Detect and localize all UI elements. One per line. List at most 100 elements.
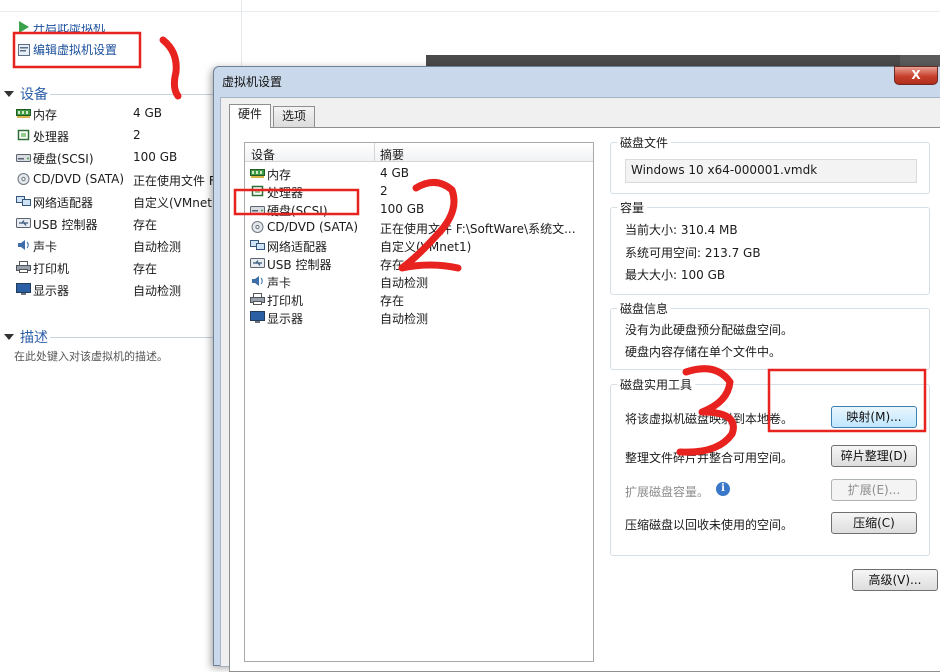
device-row[interactable]: 显示器 自动检测 <box>245 308 593 326</box>
device-row[interactable]: 打印机 存在 <box>245 290 593 308</box>
defrag-description: 整理文件碎片并整合可用空间。 <box>625 451 794 465</box>
compact-button[interactable]: 压缩(C) <box>831 512 917 534</box>
collapse-triangle-icon <box>4 334 14 340</box>
device-name: 打印机 <box>267 294 304 308</box>
tab-options-label: 选项 <box>282 109 307 123</box>
disk-info-title: 磁盘信息 <box>617 300 672 317</box>
device-summary: 4 GB <box>380 166 409 180</box>
display-icon <box>250 311 265 323</box>
bg-device-item[interactable]: 显示器 自动检测 <box>16 280 241 300</box>
memory-icon <box>250 167 265 179</box>
disk-info-line-1: 没有为此硬盘预分配磁盘空间。 <box>625 323 794 337</box>
dialog-body: 硬件 选项 设备 摘要 内存 4 GB 处理器 2 硬盘(SCSI) 100 GB CD/D… <box>220 97 940 672</box>
device-name: CD/DVD (SATA) <box>267 220 359 234</box>
tab-hardware[interactable]: 硬件 <box>229 104 272 128</box>
device-row[interactable]: 硬盘(SCSI) 100 GB <box>245 200 593 218</box>
device-name: 显示器 <box>267 312 304 326</box>
devices-heading: 设备 <box>20 87 48 103</box>
column-separator <box>374 143 375 161</box>
bg-device-name: 打印机 <box>33 262 70 276</box>
bg-device-item[interactable]: 网络适配器 自定义(VMnet1 <box>16 192 241 212</box>
disk-file-field[interactable]: Windows 10 x64-000001.vmdk <box>625 159 917 183</box>
bg-device-item[interactable]: 打印机 存在 <box>16 258 241 278</box>
disk-utilities-title: 磁盘实用工具 <box>617 376 696 393</box>
device-list[interactable]: 设备 摘要 内存 4 GB 处理器 2 硬盘(SCSI) 100 GB CD/DVD (SA… <box>244 142 594 662</box>
device-summary: 存在 <box>380 294 405 308</box>
bg-device-item[interactable]: 处理器 2 <box>16 126 241 146</box>
bg-device-name: 内存 <box>33 108 58 122</box>
device-row[interactable]: 声卡 自动检测 <box>245 272 593 290</box>
network-icon <box>250 239 265 251</box>
cpu-icon <box>16 129 30 141</box>
power-on-link[interactable]: 开启此虚拟机 <box>18 18 105 35</box>
info-icon[interactable]: i <box>716 482 730 496</box>
expand-description: 扩展磁盘容量。 <box>625 485 710 499</box>
column-header-device[interactable]: 设备 <box>251 146 275 163</box>
device-summary: 存在 <box>380 258 405 272</box>
system-free-space: 系统可用空间: 213.7 GB <box>625 246 761 260</box>
device-name: 硬盘(SCSI) <box>267 204 328 218</box>
device-summary: 自定义(VMnet1) <box>380 240 472 254</box>
play-icon <box>18 21 30 33</box>
collapse-triangle-icon <box>4 91 14 97</box>
disk-info-group: 磁盘信息 没有为此硬盘预分配磁盘空间。 硬盘内容存储在单个文件中。 <box>610 300 930 370</box>
power-on-label: 开启此虚拟机 <box>33 20 106 34</box>
device-summary: 100 GB <box>380 202 425 216</box>
device-row[interactable]: 处理器 2 <box>245 182 593 200</box>
vm-settings-dialog: 虚拟机设置 X 硬件 选项 设备 摘要 内存 4 GB 处理器 2 硬盘(SCSI) 10… <box>213 66 940 672</box>
devices-section-header[interactable]: 设备 <box>4 84 48 104</box>
device-row[interactable]: CD/DVD (SATA) 正在使用文件 F:\SoftWare\系统文... <box>245 218 593 236</box>
description-placeholder[interactable]: 在此处键入对该虚拟机的描述。 <box>14 348 168 364</box>
description-section-header[interactable]: 描述 <box>4 327 48 347</box>
device-summary: 正在使用文件 F:\SoftWare\系统文... <box>380 222 576 236</box>
bg-device-item[interactable]: USB 控制器 存在 <box>16 214 241 234</box>
bg-device-name: USB 控制器 <box>33 218 98 232</box>
device-row[interactable]: 内存 4 GB <box>245 164 593 182</box>
cdrom-icon <box>250 221 265 233</box>
defrag-button[interactable]: 碎片整理(D) <box>831 445 917 467</box>
edit-settings-label: 编辑虚拟机设置 <box>33 43 118 57</box>
disk-file-title: 磁盘文件 <box>617 134 672 151</box>
bg-device-item[interactable]: 声卡 自动检测 <box>16 236 241 256</box>
bg-device-name: 声卡 <box>33 240 58 254</box>
close-icon: X <box>911 68 921 82</box>
top-divider <box>0 11 940 12</box>
advanced-button[interactable]: 高级(V)... <box>852 569 938 591</box>
compact-description: 压缩磁盘以回收未使用的空间。 <box>625 518 794 532</box>
bg-device-item[interactable]: 硬盘(SCSI) 100 GB <box>16 148 241 168</box>
expand-button[interactable]: 扩展(E)... <box>831 479 917 501</box>
device-row[interactable]: 网络适配器 自定义(VMnet1) <box>245 236 593 254</box>
current-size: 当前大小: 310.4 MB <box>625 223 738 237</box>
memory-icon <box>16 107 31 119</box>
sound-icon <box>250 275 265 287</box>
device-summary: 自动检测 <box>380 312 429 326</box>
printer-icon <box>250 293 265 305</box>
printer-icon <box>16 261 31 273</box>
map-description: 将该虚拟机磁盘映射到本地卷。 <box>625 412 794 426</box>
disk-info-line-2: 硬盘内容存储在单个文件中。 <box>625 345 782 359</box>
device-row[interactable]: USB 控制器 存在 <box>245 254 593 272</box>
bg-device-name: 硬盘(SCSI) <box>33 152 94 166</box>
map-button[interactable]: 映射(M)... <box>831 406 917 428</box>
device-summary: 自动检测 <box>380 276 429 290</box>
usb-icon <box>16 217 31 229</box>
max-size: 最大大小: 100 GB <box>625 268 726 282</box>
display-icon <box>16 283 31 295</box>
device-name: USB 控制器 <box>267 258 332 272</box>
bg-device-name: 处理器 <box>33 130 70 144</box>
capacity-title: 容量 <box>617 199 648 216</box>
cpu-icon <box>250 185 265 197</box>
tab-options[interactable]: 选项 <box>273 106 316 127</box>
capacity-group: 容量 当前大小: 310.4 MB 系统可用空间: 213.7 GB 最大大小:… <box>610 199 930 295</box>
usb-icon <box>250 257 265 269</box>
device-list-header: 设备 摘要 <box>245 143 593 162</box>
edit-settings-icon <box>18 44 30 56</box>
close-button[interactable]: X <box>894 66 938 85</box>
bg-device-item[interactable]: 内存 4 GB <box>16 104 241 124</box>
device-name: 网络适配器 <box>267 240 328 254</box>
column-header-summary[interactable]: 摘要 <box>380 146 404 163</box>
edit-settings-link[interactable]: 编辑虚拟机设置 <box>18 41 117 58</box>
description-heading: 描述 <box>20 330 48 346</box>
bg-device-name: 网络适配器 <box>33 196 94 210</box>
bg-device-item[interactable]: CD/DVD (SATA) 正在使用文件 F <box>16 170 241 190</box>
